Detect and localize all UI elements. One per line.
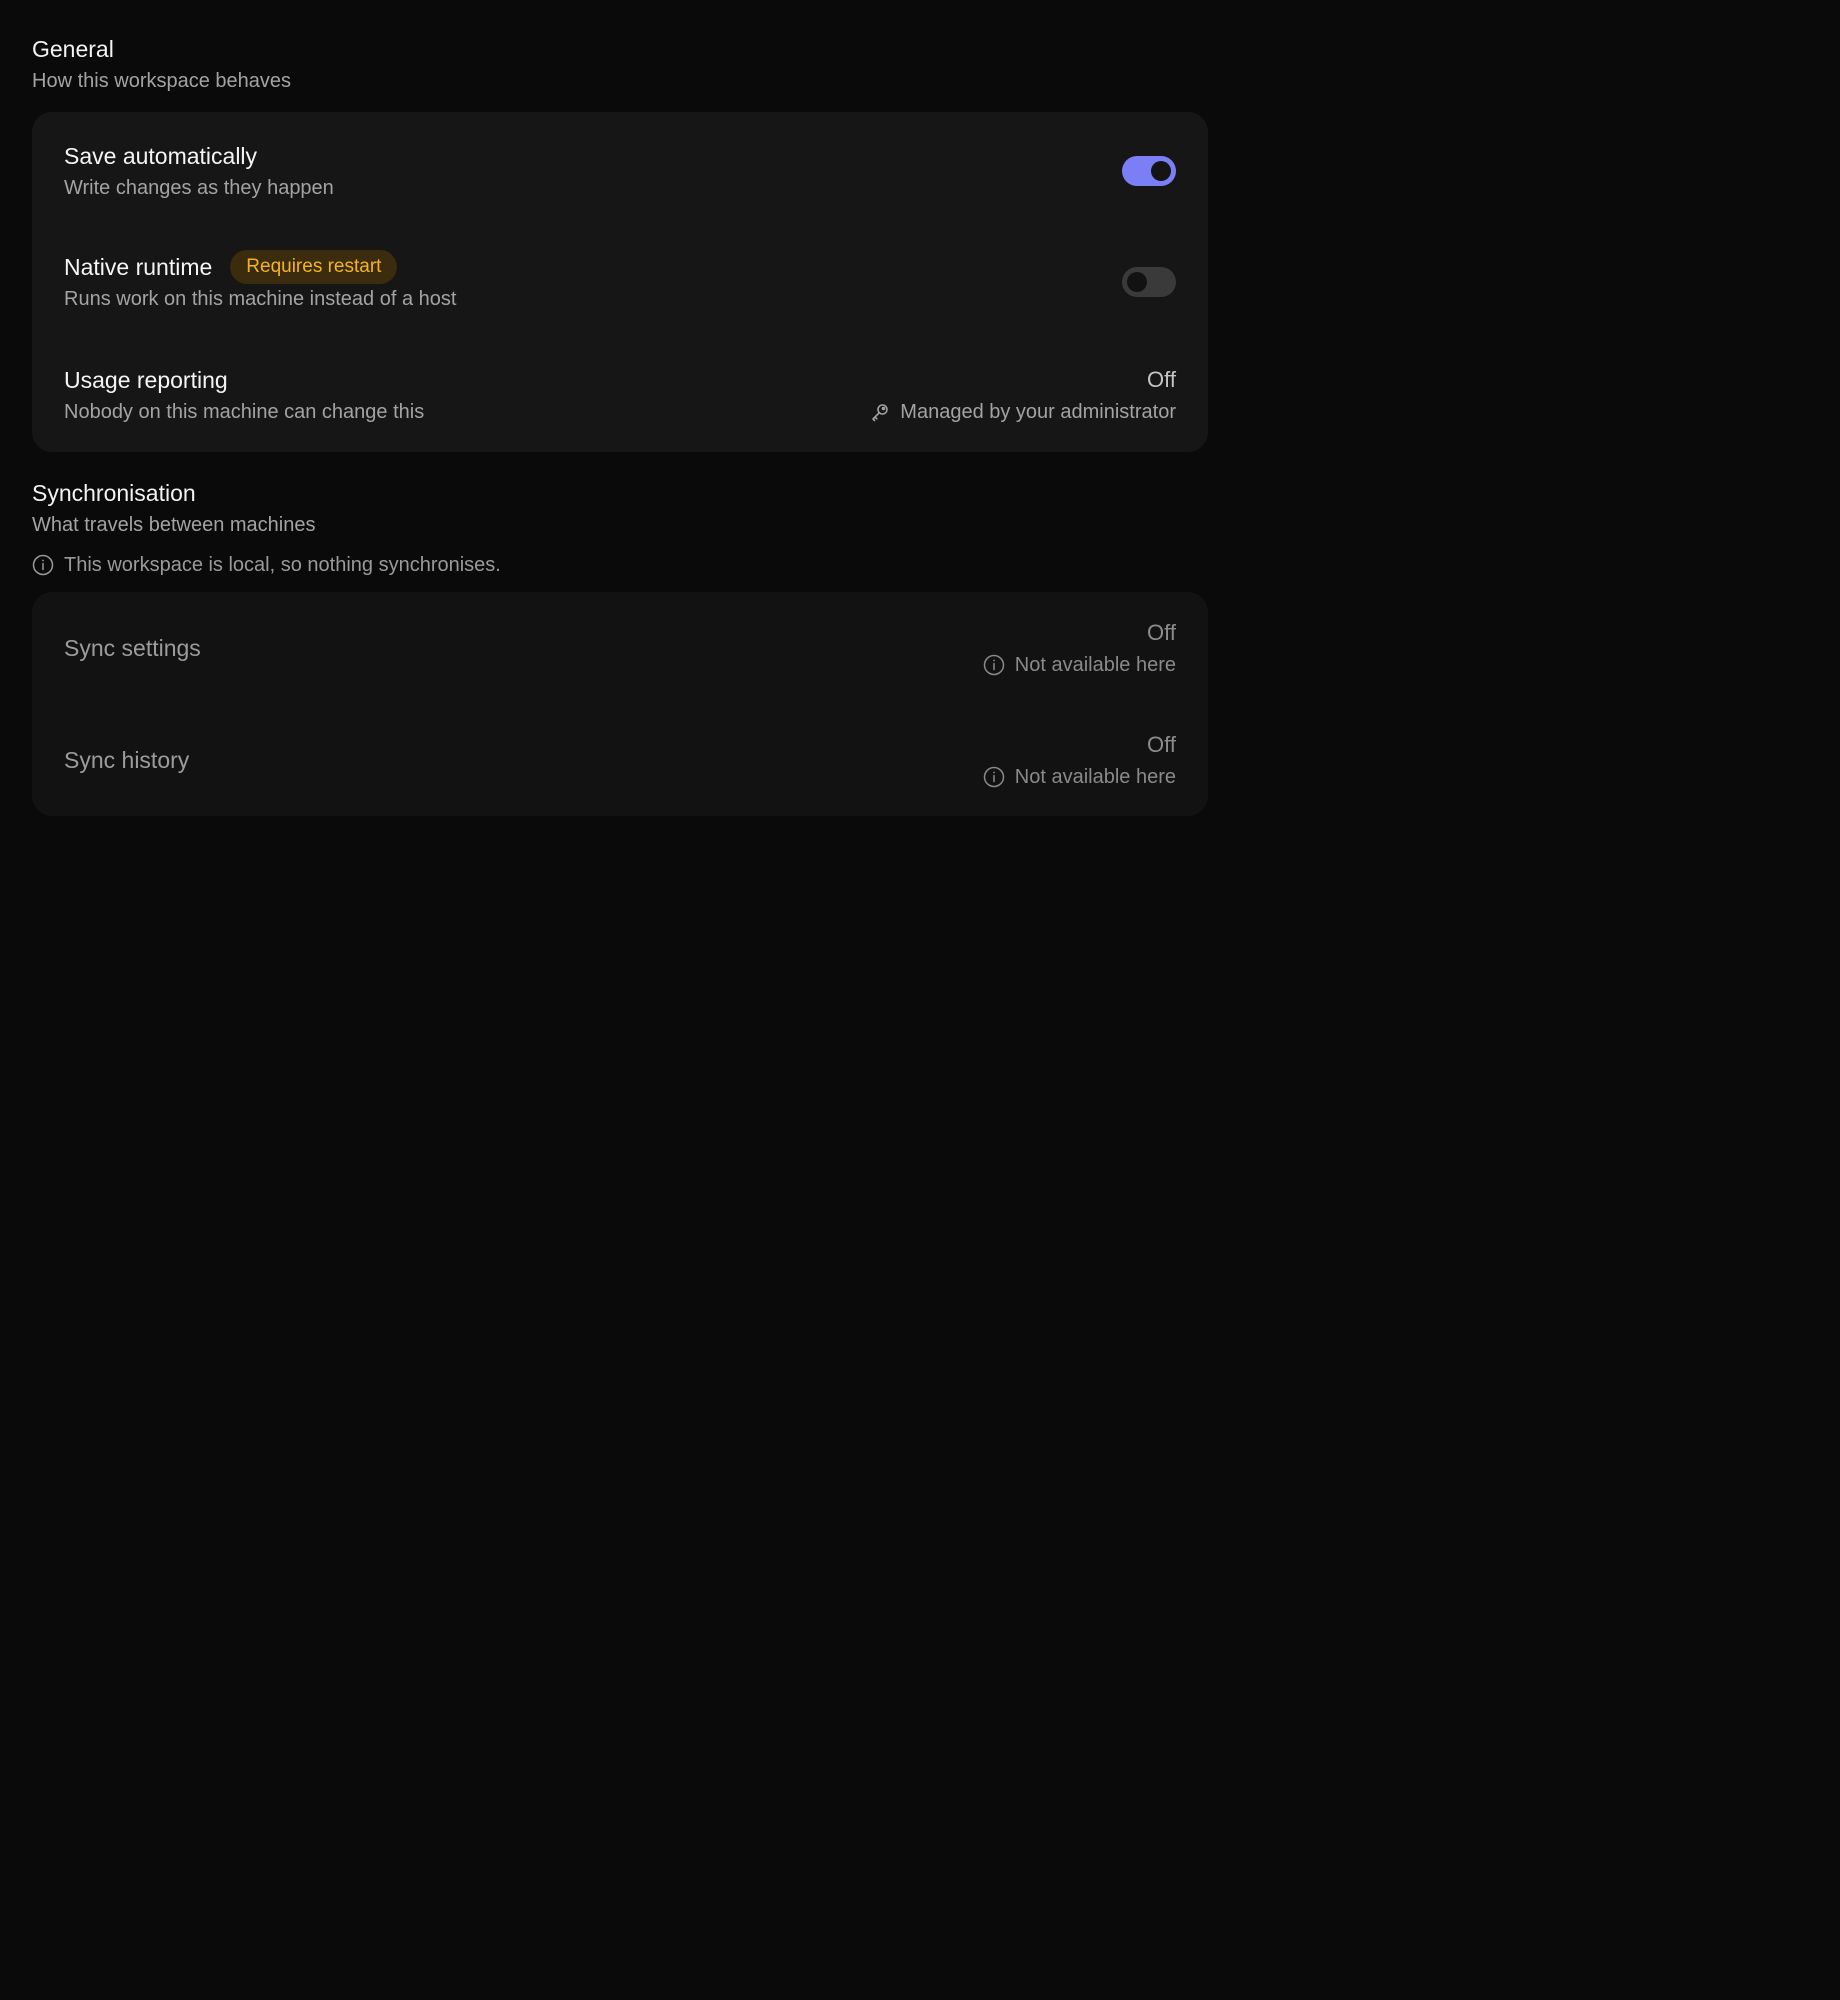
unavailable-notice: Not available here <box>983 650 1176 680</box>
native-runtime-toggle[interactable] <box>1122 266 1176 297</box>
sync-settings-value: Off <box>1147 620 1176 645</box>
general-section: General How this workspace behaves Save … <box>32 32 1840 452</box>
sync-section-subtitle: What travels between machines <box>32 514 316 536</box>
requires-restart-badge: Requires restart <box>230 249 398 284</box>
setting-title: Sync history <box>64 747 190 773</box>
info-icon <box>32 554 54 576</box>
info-icon <box>983 654 1005 676</box>
general-section-title: General <box>32 36 114 62</box>
setting-row-sync-history: Sync history Off Not available here <box>64 704 1176 816</box>
setting-title: Usage reporting <box>64 367 228 393</box>
sync-history-value: Off <box>1147 732 1176 757</box>
unavailable-notice-text: Not available here <box>1014 654 1176 676</box>
general-card: Save automatically Write changes as they… <box>32 112 1208 452</box>
setting-description: Nobody on this machine can change this <box>64 401 425 423</box>
sync-card: Sync settings Off Not available here Syn… <box>32 592 1208 816</box>
toggle-knob <box>1151 160 1171 181</box>
managed-notice: Managed by your administrator <box>870 397 1176 427</box>
setting-row-sync-settings: Sync settings Off Not available here <box>64 592 1176 704</box>
setting-description: Runs work on this machine instead of a h… <box>64 287 457 310</box>
toggle-knob <box>1127 271 1147 292</box>
sync-section: Synchronisation What travels between mac… <box>32 476 1840 816</box>
setting-row-usage-reporting: Usage reporting Nobody on this machine c… <box>64 338 1176 452</box>
save-automatically-toggle[interactable] <box>1122 155 1176 186</box>
setting-description: Write changes as they happen <box>64 176 334 199</box>
general-section-subtitle: How this workspace behaves <box>32 70 292 92</box>
setting-row-save-automatically: Save automatically Write changes as they… <box>64 112 1176 225</box>
key-icon <box>870 402 890 422</box>
setting-title: Sync settings <box>64 635 201 661</box>
info-icon <box>983 766 1005 788</box>
setting-row-native-runtime: Native runtime Requires restart Runs wor… <box>64 225 1176 338</box>
sync-section-title: Synchronisation <box>32 480 196 506</box>
setting-title: Save automatically <box>64 142 258 169</box>
usage-reporting-value: Off <box>1147 367 1176 392</box>
settings-page: General How this workspace behaves Save … <box>0 0 1840 816</box>
managed-notice-text: Managed by your administrator <box>900 401 1176 423</box>
unavailable-notice-text: Not available here <box>1014 766 1176 788</box>
sync-local-notice-text: This workspace is local, so nothing sync… <box>64 554 501 576</box>
unavailable-notice: Not available here <box>983 762 1176 792</box>
sync-local-notice: This workspace is local, so nothing sync… <box>32 550 1840 580</box>
setting-title: Native runtime <box>64 253 213 280</box>
